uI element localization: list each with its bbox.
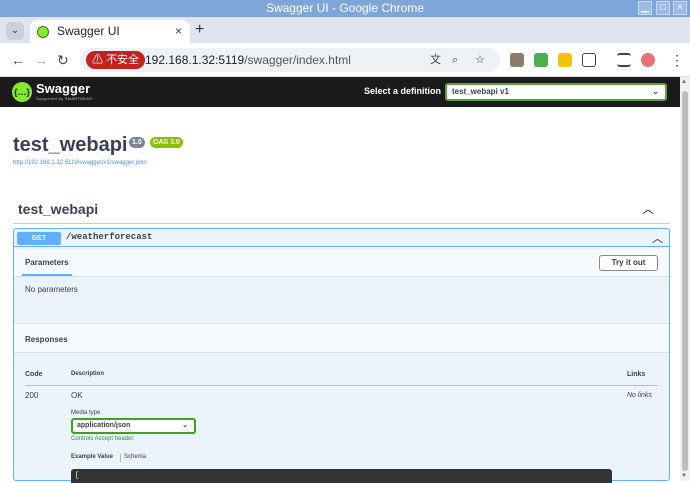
swagger-favicon-icon <box>37 26 49 38</box>
extensions-puzzle-icon[interactable] <box>582 53 596 67</box>
tab-strip: ⌄ Swagger UI × + <box>0 17 690 43</box>
tab-swagger-ui[interactable]: Swagger UI × <box>30 20 190 43</box>
swagger-logo-sub: Supported by SMARTBEAR <box>36 96 93 101</box>
close-window-icon[interactable]: × <box>673 1 687 15</box>
definition-select[interactable]: test_webapi v1 ⌄ <box>445 83 667 101</box>
tag-divider <box>13 223 670 224</box>
security-label: 不安全 <box>106 54 140 66</box>
chevron-down-icon: ⌄ <box>182 422 188 429</box>
media-type-select[interactable]: application/json ⌄ <box>71 418 196 434</box>
method-badge: GET <box>17 232 61 245</box>
tab-title: Swagger UI <box>57 24 120 38</box>
no-parameters-text: No parameters <box>25 285 78 294</box>
spec-url-link[interactable]: http://192.168.1.32:5119/swagger/v1/swag… <box>13 160 147 166</box>
media-type-value: application/json <box>77 422 131 429</box>
window-title: Swagger UI - Google Chrome <box>265 1 425 15</box>
url-host: 192.168.1.32:5119 <box>145 53 245 67</box>
zoom-icon[interactable]: ⌕ <box>452 52 458 68</box>
bookmark-star-icon[interactable]: ☆ <box>475 52 485 68</box>
controls-accept-note: Controls Accept header. <box>71 436 135 442</box>
media-type-label: Media type <box>71 410 101 416</box>
responses-title: Responses <box>25 335 68 344</box>
column-code: Code <box>25 371 43 378</box>
extension-1-icon[interactable] <box>510 53 524 67</box>
swagger-logo-icon[interactable]: {…} <box>12 82 32 102</box>
back-icon[interactable]: ← <box>11 51 25 69</box>
tab-search-icon[interactable]: ⌄ <box>6 22 24 40</box>
extension-3-icon[interactable] <box>558 53 572 67</box>
profile-avatar[interactable] <box>641 53 655 67</box>
version-badge: 1.0 <box>129 137 145 148</box>
tab-parameters[interactable]: Parameters <box>25 258 69 267</box>
parameters-header: Parameters Try it out <box>14 249 669 277</box>
swagger-logo-name[interactable]: Swagger <box>36 81 90 96</box>
new-tab-button[interactable]: + <box>195 20 204 40</box>
scroll-up-icon[interactable]: ▲ <box>681 79 687 85</box>
api-title: test_webapi <box>13 134 128 156</box>
forward-icon[interactable]: → <box>34 51 48 69</box>
response-description: OK <box>71 391 83 400</box>
translate-icon[interactable]: 文 <box>430 52 441 68</box>
column-description: Description <box>71 371 105 377</box>
response-code: 200 <box>25 391 39 400</box>
table-header-divider <box>25 385 658 386</box>
maximize-icon[interactable]: □ <box>656 1 670 15</box>
chevron-up-icon[interactable]: ︿ <box>642 200 654 217</box>
chevron-down-icon: ⌄ <box>652 87 659 96</box>
tag-header[interactable]: test_webapi <box>18 201 98 217</box>
tab-underline <box>22 274 72 276</box>
minimize-icon[interactable]: ▁ <box>638 1 652 15</box>
responses-header: Responses <box>14 323 669 353</box>
insecure-badge[interactable]: ⚠ 不安全 <box>86 51 146 69</box>
browser-toolbar: ← → ↻ ⚠ 不安全 192.168.1.32:5119/swagger/in… <box>0 43 690 77</box>
chevron-up-icon[interactable]: ︿ <box>652 230 663 246</box>
operation-path: /weatherforecast <box>66 232 153 242</box>
url-path: /swagger/index.html <box>244 53 351 67</box>
menu-icon[interactable]: ⋮ <box>670 51 684 69</box>
reading-list-icon[interactable] <box>617 53 631 67</box>
try-it-out-button[interactable]: Try it out <box>599 255 658 271</box>
operation-block: GET /weatherforecast ︿ Parameters Try it… <box>13 228 670 483</box>
tab-schema[interactable]: Schema <box>124 454 146 460</box>
page-scrollbar[interactable]: ▲ ▼ <box>680 77 690 481</box>
swagger-topbar: {…} Swagger Supported by SMARTBEAR Selec… <box>0 77 680 107</box>
select-definition-label: Select a definition <box>364 86 442 96</box>
response-links: No links <box>627 392 652 399</box>
operation-summary[interactable]: GET /weatherforecast ︿ <box>14 229 669 247</box>
reload-icon[interactable]: ↻ <box>57 51 69 69</box>
tab-close-icon[interactable]: × <box>175 20 182 43</box>
definition-select-value: test_webapi v1 <box>452 87 509 96</box>
address-bar[interactable]: ⚠ 不安全 192.168.1.32:5119/swagger/index.ht… <box>80 48 500 72</box>
code-text: [ <box>75 472 80 480</box>
window-titlebar: Swagger UI - Google Chrome ▁ □ × <box>0 0 690 17</box>
scrollbar-thumb[interactable] <box>682 91 688 471</box>
column-links: Links <box>627 371 646 378</box>
url-text[interactable]: 192.168.1.32:5119/swagger/index.html <box>145 48 351 72</box>
tab-example-value[interactable]: Example Value <box>71 454 113 460</box>
extension-2-icon[interactable] <box>534 53 548 67</box>
tab-separator <box>120 454 121 462</box>
oas-badge: OAS 3.0 <box>150 137 183 148</box>
scroll-down-icon[interactable]: ▼ <box>681 473 687 479</box>
